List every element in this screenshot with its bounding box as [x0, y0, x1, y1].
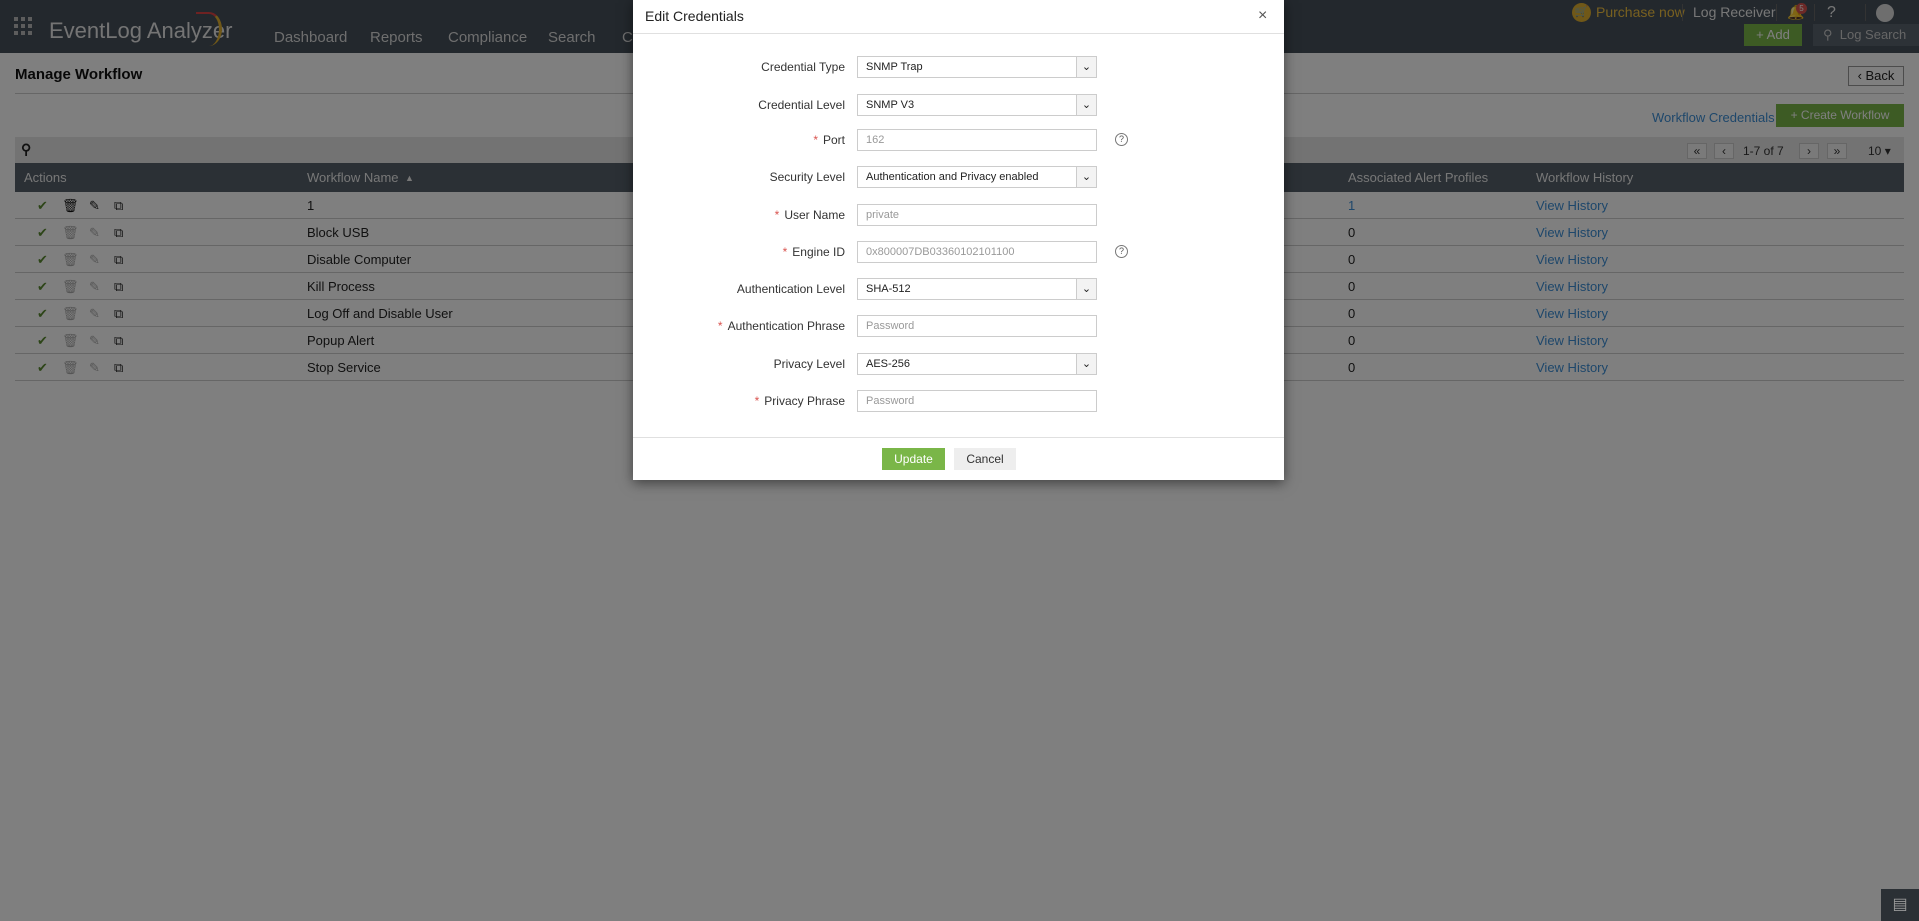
authentication-phrase-input[interactable]: Password — [857, 315, 1097, 337]
privacy-level-label: Privacy Level — [633, 357, 845, 371]
credential-type-label: Credential Type — [633, 60, 845, 74]
engine-id-label: * Engine ID — [633, 245, 845, 259]
chevron-down-icon[interactable]: ⌄ — [1076, 95, 1096, 115]
privacy-phrase-input[interactable]: Password — [857, 390, 1097, 412]
dialog-title: Edit Credentials — [645, 8, 744, 24]
help-icon[interactable]: ? — [1115, 245, 1128, 258]
chevron-down-icon[interactable]: ⌄ — [1076, 167, 1096, 187]
label-text: Privacy Level — [773, 357, 845, 371]
privacy-phrase-label: * Privacy Phrase — [633, 394, 845, 408]
user-name-label: * User Name — [633, 208, 845, 222]
user-name-input[interactable]: private — [857, 204, 1097, 226]
close-icon[interactable]: × — [1258, 7, 1267, 25]
divider — [633, 437, 1284, 438]
authentication-level-select[interactable]: SHA-512 ⌄ — [857, 278, 1097, 300]
placeholder: 0x800007DB03360102101100 — [866, 246, 1015, 258]
update-button[interactable]: Update — [882, 448, 945, 470]
authentication-phrase-label: * Authentication Phrase — [633, 319, 845, 333]
engine-id-input[interactable]: 0x800007DB03360102101100 — [857, 241, 1097, 263]
placeholder: 162 — [866, 134, 885, 146]
port-label: * Port — [633, 133, 845, 147]
required-asterisk: * — [717, 319, 723, 333]
security-level-select[interactable]: Authentication and Privacy enabled ⌄ — [857, 166, 1097, 188]
privacy-level-select[interactable]: AES-256 ⌄ — [857, 353, 1097, 375]
chevron-down-icon[interactable]: ⌄ — [1076, 279, 1096, 299]
selected-value: SNMP Trap — [866, 61, 923, 73]
label-text: User Name — [784, 208, 845, 222]
chevron-down-icon[interactable]: ⌄ — [1076, 57, 1096, 77]
selected-value: Authentication and Privacy enabled — [866, 171, 1039, 183]
label-text: Authentication Level — [736, 282, 845, 296]
label-text: Security Level — [769, 170, 845, 184]
selected-value: SNMP V3 — [866, 99, 915, 111]
selected-value: AES-256 — [866, 358, 911, 370]
security-level-label: Security Level — [633, 170, 845, 184]
required-asterisk: * — [754, 394, 760, 408]
credential-level-select[interactable]: SNMP V3 ⌄ — [857, 94, 1097, 116]
required-asterisk: * — [774, 208, 780, 222]
help-icon[interactable]: ? — [1115, 133, 1128, 146]
label-text: Credential Level — [758, 98, 845, 112]
port-input[interactable]: 162 — [857, 129, 1097, 151]
authentication-level-label: Authentication Level — [633, 282, 845, 296]
label-text: Authentication Phrase — [727, 319, 845, 333]
label-text: Engine ID — [792, 245, 845, 259]
cancel-button[interactable]: Cancel — [954, 448, 1016, 470]
chevron-down-icon[interactable]: ⌄ — [1076, 354, 1096, 374]
placeholder: private — [866, 209, 900, 221]
edit-credentials-dialog: Edit Credentials × Credential Type SNMP T… — [633, 0, 1284, 480]
placeholder: Password — [866, 395, 915, 407]
label-text: Privacy Phrase — [764, 394, 845, 408]
dialog-header: Edit Credentials × — [633, 0, 1284, 34]
required-asterisk: * — [813, 133, 818, 147]
placeholder: Password — [866, 320, 915, 332]
required-asterisk: * — [782, 245, 788, 259]
credential-type-select[interactable]: SNMP Trap ⌄ — [857, 56, 1097, 78]
credential-level-label: Credential Level — [633, 98, 845, 112]
label-text: Port — [822, 133, 845, 147]
chat-icon[interactable]: ▤ — [1881, 889, 1919, 921]
selected-value: SHA-512 — [866, 283, 911, 295]
label-text: Credential Type — [761, 60, 845, 74]
